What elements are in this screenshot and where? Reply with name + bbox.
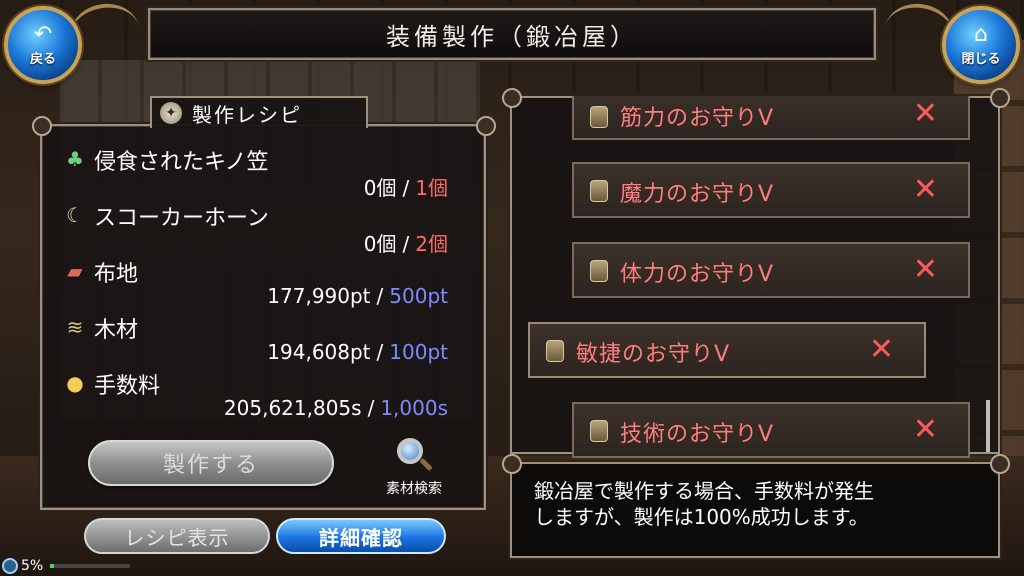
material-name: 侵食されたキノ笠 <box>94 150 269 175</box>
recipe-tab: ✦ 製作レシピ <box>150 96 368 128</box>
list-item-name: 技術のお守りV <box>620 422 775 447</box>
list-item-name: 敏捷のお守りV <box>576 342 731 367</box>
corner-ornament <box>32 116 52 136</box>
screen-title-bar: 装備製作（鍛冶屋） <box>148 8 876 60</box>
detail-check-button[interactable]: 詳細確認 <box>276 518 446 554</box>
material-have: 205,621,805s <box>223 396 362 420</box>
charm-icon <box>590 180 608 202</box>
description-line: しますが、製作は100%成功します。 <box>534 505 869 529</box>
material-row: ● 手数料 205,621,805s/1,000s <box>62 368 462 422</box>
corner-ornament <box>990 454 1010 474</box>
list-item-selected[interactable]: 敏捷のお守りV ✕ <box>528 322 926 378</box>
back-button-frame: ↶ 戻る <box>0 0 150 90</box>
horn-icon: ☾ <box>66 203 84 227</box>
close-button-label: 閉じる <box>961 51 1001 67</box>
mushroom-icon: ♣ <box>66 147 84 171</box>
craft-button[interactable]: 製作する <box>88 440 334 486</box>
list-item-name: 筋力のお守りV <box>620 106 775 131</box>
battery-bar <box>50 564 131 568</box>
material-have: 0個 <box>363 232 397 256</box>
description-box: 鍛冶屋で製作する場合、手数料が発生 しますが、製作は100%成功します。 <box>510 462 1000 558</box>
charm-icon <box>546 340 564 362</box>
charm-icon <box>590 420 608 442</box>
home-icon: ⌂ <box>974 21 988 47</box>
material-name: 布地 <box>94 262 139 287</box>
quantity-separator: / <box>402 232 410 256</box>
unavailable-mark-icon: ✕ <box>868 332 894 367</box>
material-need: 1,000s <box>380 396 448 420</box>
charm-icon <box>590 260 608 282</box>
back-button-label: 戻る <box>29 51 56 67</box>
material-row: ♣ 侵食されたキノ笠 0個/1個 <box>62 144 462 201</box>
quantity-separator: / <box>376 284 384 308</box>
material-name: 手数料 <box>94 374 161 399</box>
corner-ornament <box>502 88 522 108</box>
unavailable-mark-icon: ✕ <box>912 252 938 287</box>
material-name: 木材 <box>94 318 139 343</box>
unavailable-mark-icon: ✕ <box>912 96 938 131</box>
material-quantity: 0個/1個 <box>364 172 448 201</box>
battery-icon <box>2 558 18 574</box>
material-search-label: 素材検索 <box>386 481 442 497</box>
corner-ornament <box>502 454 522 474</box>
list-item[interactable]: 魔力のお守りV ✕ <box>572 162 970 218</box>
material-name: スコーカーホーン <box>94 206 269 231</box>
list-item[interactable]: 技術のお守りV ✕ <box>572 402 970 458</box>
material-quantity: 177,990pt/500pt <box>267 284 448 308</box>
unavailable-mark-icon: ✕ <box>912 412 938 447</box>
back-arrow-icon: ↶ <box>33 21 53 47</box>
quantity-separator: / <box>367 396 375 420</box>
quantity-separator: / <box>376 340 384 364</box>
material-need: 1個 <box>415 176 448 200</box>
description-line: 鍛冶屋で製作する場合、手数料が発生 <box>534 479 874 503</box>
material-quantity: 0個/2個 <box>364 228 448 257</box>
list-scrollbar[interactable] <box>986 400 990 452</box>
battery-bar-fill <box>50 564 55 568</box>
recipe-tab-title: 製作レシピ <box>192 102 302 127</box>
recipe-book-icon: ✦ <box>160 102 182 124</box>
material-row: ▰ 布地 177,990pt/500pt <box>62 256 462 310</box>
unavailable-mark-icon: ✕ <box>912 172 938 207</box>
wood-icon: ≋ <box>66 315 84 339</box>
material-need: 500pt <box>389 284 448 308</box>
list-item-name: 魔力のお守りV <box>620 182 775 207</box>
material-need: 100pt <box>389 340 448 364</box>
device-status: 5% <box>2 558 131 574</box>
material-have: 0個 <box>363 176 397 200</box>
material-have: 177,990pt <box>267 284 371 308</box>
close-button-frame: ⌂ 閉じる <box>874 0 1024 90</box>
material-row: ☾ スコーカーホーン 0個/2個 <box>62 200 462 257</box>
back-button[interactable]: ↶ 戻る <box>4 6 82 84</box>
material-quantity: 205,621,805s/1,000s <box>224 396 448 420</box>
recipe-view-button[interactable]: レシピ表示 <box>84 518 270 554</box>
material-have: 194,608pt <box>267 340 371 364</box>
close-button[interactable]: ⌂ 閉じる <box>942 6 1020 84</box>
quantity-separator: / <box>402 176 410 200</box>
material-need: 2個 <box>415 232 448 256</box>
corner-ornament <box>990 88 1010 108</box>
magnifier-icon <box>393 436 435 476</box>
coins-icon: ● <box>66 371 84 395</box>
battery-percent: 5% <box>21 558 44 574</box>
charm-icon <box>590 106 608 128</box>
list-item-name: 体力のお守りV <box>620 262 775 287</box>
screen-title: 装備製作（鍛冶屋） <box>386 22 638 51</box>
corner-ornament <box>476 116 496 136</box>
material-row: ≋ 木材 194,608pt/100pt <box>62 312 462 366</box>
material-search-button[interactable]: 素材検索 <box>364 436 464 498</box>
material-quantity: 194,608pt/100pt <box>267 340 448 364</box>
list-item[interactable]: 体力のお守りV ✕ <box>572 242 970 298</box>
cloth-icon: ▰ <box>67 259 83 283</box>
